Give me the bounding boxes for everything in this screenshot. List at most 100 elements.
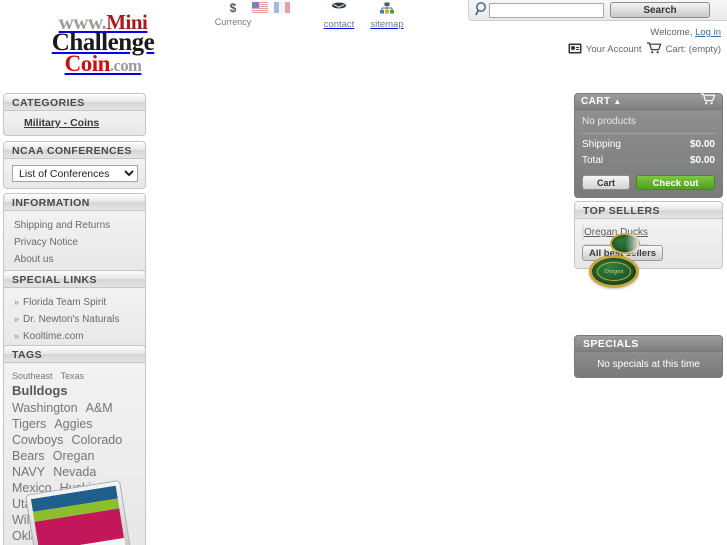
sidebar-item-florida-team-spirit[interactable]: » Florida Team Spirit	[12, 294, 137, 311]
cart-shipping-row: Shipping $0.00	[582, 139, 715, 150]
cart-shipping-value: $0.00	[689, 139, 715, 150]
envelope-icon	[312, 2, 366, 16]
cart-total-row: Total $0.00	[582, 155, 715, 166]
sidebar-item-dr-newtons-naturals[interactable]: » Dr. Newton's Naturals	[12, 311, 137, 328]
sidebar-item-shipping-and-returns[interactable]: Shipping and Returns	[12, 217, 137, 234]
cart-total-label: Total	[582, 155, 604, 166]
contact-link[interactable]: contact	[312, 2, 366, 30]
logo-line-3: Coin.com	[8, 52, 198, 75]
site-logo[interactable]: www.Mini Challenge Coin.com	[8, 12, 198, 76]
tag-southeast[interactable]: Southeast	[12, 371, 53, 381]
sidebar-item-about-us[interactable]: About us	[12, 251, 137, 268]
login-link[interactable]: Log in	[695, 27, 721, 38]
chevron-up-icon[interactable]: ▲	[613, 93, 621, 110]
tag-navy[interactable]: NAVY	[12, 465, 45, 479]
tag-bears[interactable]: Bears	[12, 449, 45, 463]
account-icon	[568, 43, 582, 57]
flag-us-canton	[252, 2, 259, 8]
special-links-title: SPECIAL LINKS	[3, 270, 146, 288]
conference-select[interactable]: List of Conferences	[12, 165, 138, 182]
cart-total-value: $0.00	[689, 155, 715, 166]
site-header: www.Mini Challenge Coin.com $ Currency c…	[0, 0, 727, 90]
double-chevron-icon: »	[14, 297, 19, 307]
currency-symbol: $	[229, 1, 237, 15]
cart-shipping-label: Shipping	[582, 139, 621, 150]
sitemap-link[interactable]: sitemap	[360, 2, 414, 30]
checkout-button[interactable]: Check out	[636, 175, 715, 190]
tags-title: TAGS	[3, 345, 146, 363]
search-icon	[473, 1, 489, 19]
block-top-sellers: TOP SELLERS Oregon Oregan Ducks All best…	[574, 201, 723, 288]
account-links: Your Account Cart: (empty)	[568, 42, 721, 57]
coin-small-icon	[610, 233, 640, 255]
information-title: INFORMATION	[3, 193, 146, 211]
cart-title: CART	[581, 96, 611, 107]
sidebar-item-military-coins[interactable]: Military - Coins	[12, 113, 99, 133]
language-selector[interactable]	[252, 2, 293, 14]
cart-empty-text: No products	[582, 116, 715, 134]
product-thumbnail[interactable]: Oregon	[582, 225, 640, 288]
your-account-link[interactable]: Your Account	[586, 44, 642, 55]
page-root: www.Mini Challenge Coin.com $ Currency c…	[0, 0, 727, 545]
logo-com: .com	[109, 56, 142, 75]
categories-title: CATEGORIES	[3, 93, 146, 111]
cart-body: No products Shipping $0.00 Total $0.00 C…	[574, 110, 723, 198]
flag-us-icon[interactable]	[252, 2, 268, 13]
double-chevron-icon: »	[14, 331, 19, 341]
monitor-screen	[30, 485, 126, 545]
welcome-message: Welcome, Log in	[650, 27, 721, 38]
special-links-body: » Florida Team Spirit » Dr. Newton's Nat…	[3, 288, 146, 352]
sidebar-item-privacy-notice[interactable]: Privacy Notice	[12, 234, 137, 251]
block-specials: SPECIALS No specials at this time	[574, 335, 723, 378]
specials-empty-text: No specials at this time	[574, 352, 723, 378]
tag-aggies[interactable]: Aggies	[54, 417, 92, 431]
sitemap-icon	[360, 2, 414, 16]
search-input[interactable]	[489, 2, 604, 18]
tag-colorado[interactable]: Colorado	[71, 433, 122, 447]
flag-fr-red	[285, 2, 291, 13]
welcome-text: Welcome,	[650, 27, 693, 38]
contact-label: contact	[323, 19, 355, 30]
tag-a-m[interactable]: A&M	[86, 401, 113, 415]
flag-fr-icon[interactable]	[274, 2, 291, 13]
special-link-label: Dr. Newton's Naturals	[23, 314, 120, 325]
currency-selector[interactable]: $ Currency	[213, 2, 253, 27]
cart-link[interactable]: Cart: (empty)	[666, 44, 721, 55]
tag-texas[interactable]: Texas	[61, 371, 85, 381]
special-link-label: Florida Team Spirit	[23, 297, 107, 308]
cart-header-icon	[700, 92, 716, 111]
search-button[interactable]: Search	[610, 2, 710, 18]
flag-fr-blue	[274, 2, 280, 13]
currency-label: Currency	[214, 17, 252, 27]
cart-icon	[646, 42, 662, 57]
cart-buttons: Cart Check out	[582, 175, 715, 190]
specials-title: SPECIALS	[574, 335, 723, 352]
coin-large-icon: Oregon	[589, 255, 639, 288]
double-chevron-icon: »	[14, 314, 19, 324]
block-special-links: SPECIAL LINKS » Florida Team Spirit » Dr…	[3, 270, 146, 352]
logo-coin: Coin	[64, 51, 111, 76]
tag-tigers[interactable]: Tigers	[12, 417, 46, 431]
coin-label: Oregon	[604, 268, 624, 275]
block-ncaa-conferences: NCAA CONFERENCES List of Conferences	[3, 141, 146, 189]
sidebar-item-kooltime-com[interactable]: » Kooltime.com	[12, 328, 137, 345]
top-sellers-title: TOP SELLERS	[574, 201, 723, 219]
special-link-label: Kooltime.com	[23, 331, 84, 342]
search-bar: Search	[468, 0, 727, 21]
tag-bulldogs[interactable]: Bulldogs	[12, 383, 68, 398]
information-body: Shipping and Returns Privacy Notice Abou…	[3, 211, 146, 275]
ncaa-body: List of Conferences	[3, 159, 146, 189]
tag-cowboys[interactable]: Cowboys	[12, 433, 63, 447]
block-categories: CATEGORIES Military - Coins	[3, 93, 146, 136]
block-information: INFORMATION Shipping and Returns Privacy…	[3, 193, 146, 275]
sitemap-label: sitemap	[370, 19, 404, 30]
block-shopping-cart: CART ▲ No products Shipping $0.00 Total …	[574, 92, 723, 198]
cart-button[interactable]: Cart	[582, 175, 630, 190]
categories-body: Military - Coins	[3, 111, 146, 136]
tag-oregan[interactable]: Oregan	[53, 449, 95, 463]
tag-washington[interactable]: Washington	[12, 401, 78, 415]
top-sellers-body: Oregon Oregan Ducks All best sellers	[574, 219, 723, 288]
tag-nevada[interactable]: Nevada	[53, 465, 96, 479]
ncaa-title: NCAA CONFERENCES	[3, 141, 146, 159]
cart-header[interactable]: CART ▲	[574, 92, 723, 111]
